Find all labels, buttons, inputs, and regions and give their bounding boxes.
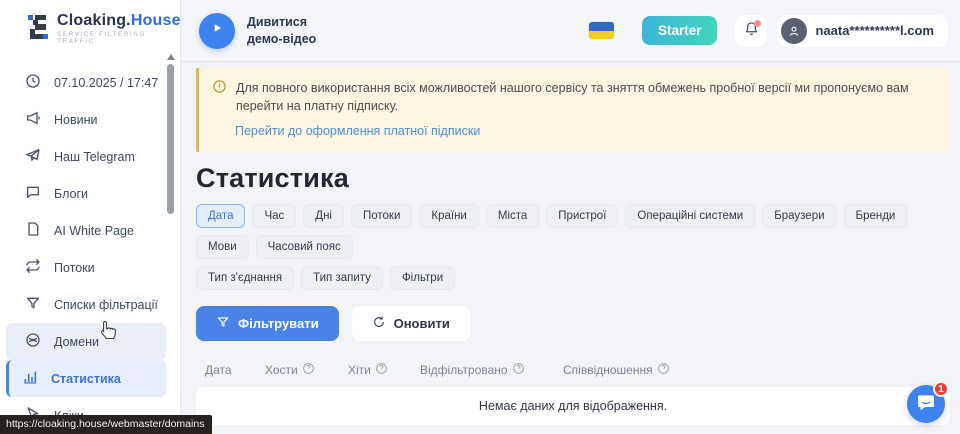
sidebar-item-domains[interactable]: Домени — [6, 323, 166, 360]
main-area: Дивитися демо-відео Starter naata*******… — [181, 0, 960, 434]
subscribe-link[interactable]: Перейти до оформлення платної підписки — [235, 124, 480, 138]
logo-text: Cloaking.House SERVICE FILTERING TRAFFIC — [57, 13, 181, 45]
tab-devices[interactable]: Пристрої — [546, 204, 618, 228]
stats-tabs-row-2: Тип з'єднання Тип запиту Фільтри — [196, 266, 950, 290]
stats-table: Дата Хости Хіти Відфільтровано Співвідно… — [196, 353, 950, 425]
sidebar-scrollbar[interactable] — [165, 54, 177, 432]
tab-date[interactable]: Дата — [196, 204, 245, 228]
table-empty-state: Немає даних для відображення. — [196, 387, 950, 425]
logo[interactable]: Cloaking.House SERVICE FILTERING TRAFFIC — [0, 0, 180, 56]
column-header-filtered: Відфільтровано — [420, 362, 563, 378]
tab-cities[interactable]: Міста — [486, 204, 539, 228]
trial-warning-banner: Для повного використання всіх можливосте… — [196, 68, 950, 152]
tab-operating-systems[interactable]: Операційні системи — [625, 204, 755, 228]
sidebar-item-label: Списки фільтрації — [54, 298, 158, 312]
sidebar-item-streams[interactable]: Потоки — [6, 249, 166, 286]
table-header-row: Дата Хости Хіти Відфільтровано Співвідно… — [196, 353, 950, 387]
sidebar-item-filter-lists[interactable]: Списки фільтрації — [6, 286, 166, 323]
mouse-cursor — [100, 320, 117, 345]
refresh-icon — [372, 315, 386, 332]
play-icon — [210, 21, 224, 40]
help-icon[interactable] — [375, 362, 388, 378]
tab-request-type[interactable]: Тип запиту — [301, 266, 383, 290]
filter-funnel-icon — [216, 315, 230, 332]
chat-widget-icon — [916, 392, 936, 417]
repeat-icon — [25, 258, 41, 277]
tab-browsers[interactable]: Браузери — [762, 204, 836, 228]
tab-days[interactable]: Дні — [303, 204, 344, 228]
sidebar-item-label: AI White Page — [54, 224, 134, 238]
user-account-button[interactable]: naata**********l.com — [777, 15, 948, 47]
column-header-ratio: Співвідношення — [563, 362, 670, 378]
sidebar-item-label: Статистика — [51, 372, 121, 386]
refresh-button[interactable]: Оновити — [352, 306, 470, 341]
sidebar-item-label: Блоги — [54, 187, 88, 201]
flag-blue-stripe — [589, 22, 614, 31]
bar-chart-icon — [22, 369, 38, 388]
sidebar-item-ai-white-page[interactable]: AI White Page — [6, 212, 166, 249]
tab-countries[interactable]: Країни — [419, 204, 478, 228]
clock-icon — [25, 73, 41, 92]
tab-streams[interactable]: Потоки — [351, 204, 412, 228]
tab-languages[interactable]: Мови — [196, 235, 249, 259]
alert-icon — [212, 79, 227, 115]
sidebar-item-label: Домени — [54, 335, 99, 349]
sidebar: Cloaking.House SERVICE FILTERING TRAFFIC… — [0, 0, 181, 434]
sidebar-item-label: Новини — [54, 113, 98, 127]
tab-brands[interactable]: Бренди — [844, 204, 908, 228]
column-header-date: Дата — [205, 363, 265, 377]
logo-title-dark: Cloaking. — [57, 12, 131, 29]
logo-title-accent: House — [131, 12, 181, 29]
help-icon[interactable] — [302, 362, 315, 378]
action-buttons: Фільтрувати Оновити — [196, 306, 960, 341]
notifications-button[interactable] — [735, 15, 767, 47]
funnel-icon — [25, 295, 41, 314]
tab-time[interactable]: Час — [252, 204, 296, 228]
scrollbar-thumb[interactable] — [167, 64, 174, 214]
sidebar-item-news[interactable]: Новини — [6, 101, 166, 138]
tab-timezone[interactable]: Часовий пояс — [256, 235, 353, 259]
flag-yellow-stripe — [589, 31, 614, 40]
page-icon — [25, 221, 41, 240]
chat-unread-badge: 1 — [933, 381, 949, 397]
user-email: naata**********l.com — [815, 23, 934, 38]
cloaking-house-logo-icon — [27, 13, 49, 46]
plan-badge-starter[interactable]: Starter — [642, 16, 718, 45]
sidebar-item-datetime[interactable]: 07.10.2025 / 17:47 — [6, 64, 166, 101]
sidebar-item-statistics[interactable]: Статистика — [6, 360, 166, 397]
link-preview-statusbar: https://cloaking.house/webmaster/domains — [0, 415, 212, 434]
scroll-up-arrow[interactable] — [167, 54, 175, 60]
sidebar-item-label: Потоки — [54, 261, 95, 275]
chat-bubble-icon — [25, 184, 41, 203]
megaphone-icon — [25, 110, 41, 129]
sidebar-item-blogs[interactable]: Блоги — [6, 175, 166, 212]
chat-widget-button[interactable]: 1 — [907, 385, 945, 423]
column-header-hits: Хіти — [348, 362, 420, 378]
notification-dot — [754, 20, 761, 27]
watch-demo-label[interactable]: Дивитися демо-відео — [247, 14, 316, 47]
language-flag-ukraine[interactable] — [589, 22, 614, 39]
avatar — [781, 18, 807, 44]
sidebar-item-label: Наш Telegram — [54, 150, 135, 164]
sidebar-item-telegram[interactable]: Наш Telegram — [6, 138, 166, 175]
telegram-icon — [25, 147, 41, 166]
sidebar-nav: 07.10.2025 / 17:47 Новини Наш Telegram Б… — [0, 64, 180, 434]
tab-filters[interactable]: Фільтри — [390, 266, 455, 290]
topbar: Дивитися демо-відео Starter naata*******… — [181, 0, 960, 62]
globe-icon — [25, 332, 41, 351]
stats-tabs-row-1: Дата Час Дні Потоки Країни Міста Пристро… — [196, 204, 950, 259]
play-demo-button[interactable] — [199, 13, 235, 49]
tab-connection-type[interactable]: Тип з'єднання — [196, 266, 294, 290]
sidebar-item-label: 07.10.2025 / 17:47 — [54, 76, 158, 90]
banner-text: Для повного використання всіх можливосте… — [236, 79, 934, 115]
column-header-hosts: Хости — [265, 362, 348, 378]
page-title: Статистика — [196, 163, 960, 194]
help-icon[interactable] — [512, 362, 525, 378]
logo-tagline: SERVICE FILTERING TRAFFIC — [57, 32, 181, 45]
filter-button[interactable]: Фільтрувати — [196, 306, 339, 341]
help-icon[interactable] — [657, 362, 670, 378]
